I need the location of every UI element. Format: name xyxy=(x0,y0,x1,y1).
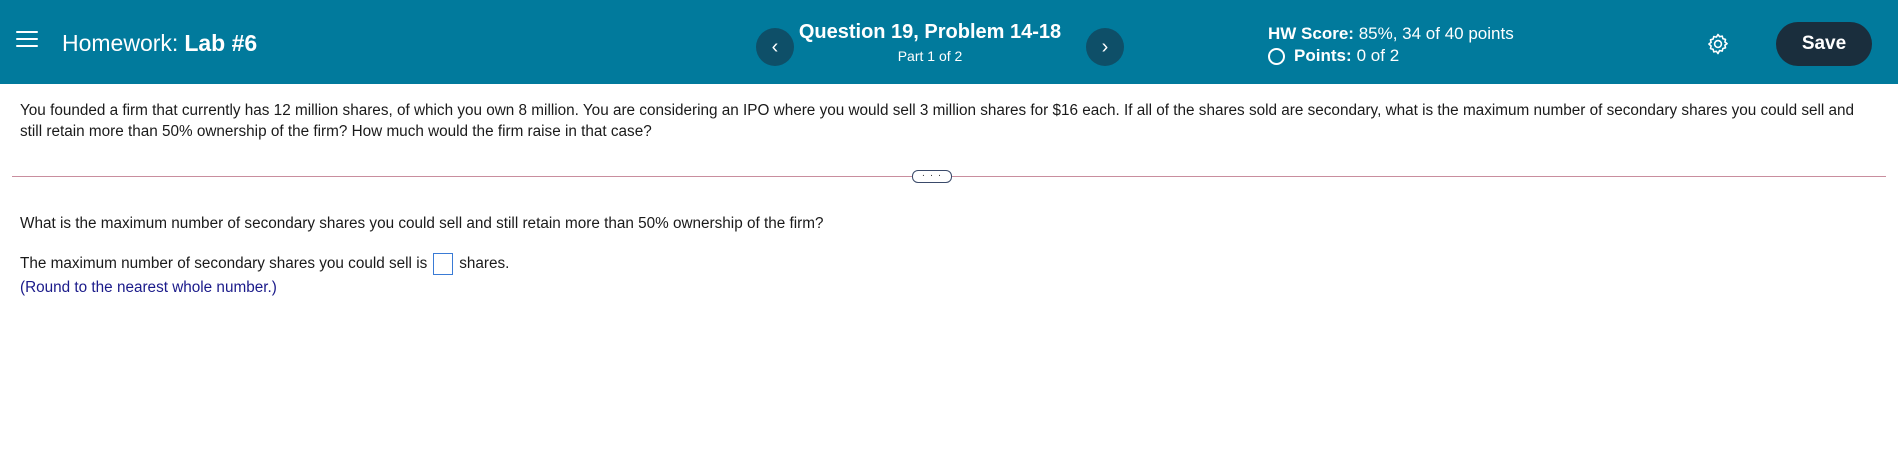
top-bar: Homework: Lab #6 ‹ Question 19, Problem 1… xyxy=(0,0,1898,84)
next-question-button[interactable]: › xyxy=(1086,28,1124,66)
answer-line: The maximum number of secondary shares y… xyxy=(20,253,509,275)
points-value: 0 of 2 xyxy=(1356,46,1400,65)
rounding-hint: (Round to the nearest whole number.) xyxy=(20,279,277,296)
hw-score-value: 85%, 34 of 40 points xyxy=(1358,24,1514,43)
homework-label: Homework: xyxy=(62,30,179,56)
hw-score: HW Score: 85%, 34 of 40 points xyxy=(1268,24,1514,44)
homework-title: Homework: Lab #6 xyxy=(62,30,257,57)
answer-input[interactable] xyxy=(433,253,454,275)
points-status-icon xyxy=(1268,47,1285,65)
points-label: Points: xyxy=(1294,46,1352,65)
chevron-left-icon: ‹ xyxy=(771,35,779,58)
answer-suffix: shares. xyxy=(459,255,510,272)
expand-problem-button[interactable]: · · · xyxy=(912,170,952,183)
problem-statement: You founded a firm that currently has 12… xyxy=(20,102,1855,140)
save-button[interactable]: Save xyxy=(1776,22,1872,66)
part-indicator: Part 1 of 2 xyxy=(897,48,963,64)
question-title: Question 19, Problem 14-18 xyxy=(798,21,1062,43)
previous-question-button[interactable]: ‹ xyxy=(756,28,794,66)
homework-name: Lab #6 xyxy=(184,30,258,56)
gear-icon[interactable] xyxy=(1706,32,1730,56)
hw-score-label: HW Score: xyxy=(1268,24,1354,43)
chevron-right-icon: › xyxy=(1101,35,1109,58)
points-status: Points: 0 of 2 xyxy=(1268,46,1399,66)
question-prompt: What is the maximum number of secondary … xyxy=(20,215,824,232)
answer-prefix: The maximum number of secondary shares y… xyxy=(20,255,428,272)
hamburger-menu-icon[interactable] xyxy=(16,31,38,53)
